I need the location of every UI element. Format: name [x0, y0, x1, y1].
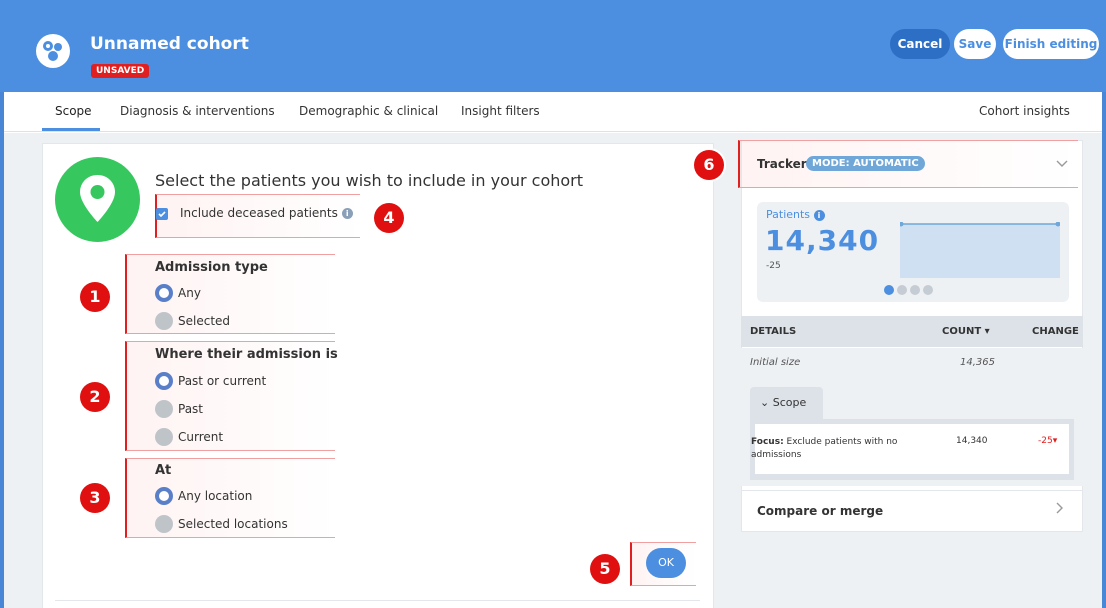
initial-size-value: 14,365	[960, 357, 995, 368]
location-pin-icon	[55, 157, 140, 242]
radio-selected-icon[interactable]	[155, 487, 173, 505]
scope-tab-text: Scope	[772, 396, 807, 409]
count-header[interactable]: COUNT ▾	[942, 326, 990, 337]
radio-unselected-icon[interactable]	[155, 428, 173, 446]
radio-past-label: Past	[178, 402, 204, 416]
active-tab-indicator	[42, 128, 100, 131]
info-icon[interactable]: i	[341, 208, 353, 219]
patients-label-text: Patients	[766, 208, 811, 221]
save-button[interactable]: Save	[954, 29, 996, 59]
patients-label: Patients i	[766, 208, 825, 221]
change-header: CHANGE	[1032, 326, 1079, 337]
tab-insight-filters[interactable]: Insight filters	[461, 104, 540, 118]
tab-scope[interactable]: Scope	[55, 104, 92, 118]
focus-change: -25▾	[1038, 436, 1058, 446]
initial-size-label: Initial size	[750, 357, 801, 368]
admission-type-title: Admission type	[155, 260, 268, 275]
tracker-label: Tracker	[757, 157, 807, 171]
radio-selected-label: Selected	[178, 314, 231, 328]
chevron-down-icon[interactable]	[1056, 157, 1068, 171]
header-bar: Unnamed cohort UNSAVED Cancel Save Finis…	[0, 0, 1106, 92]
pager-dot[interactable]	[910, 285, 920, 295]
focus-label: Focus:	[751, 437, 784, 447]
callout-badge-3: 3	[80, 483, 110, 513]
radio-current-label: Current	[178, 430, 224, 444]
include-deceased-label: Include deceased patients	[180, 206, 338, 220]
pager-dot-active[interactable]	[884, 285, 894, 295]
patients-count: 14,340	[765, 224, 880, 257]
radio-unselected-icon[interactable]	[155, 515, 173, 533]
checkbox-checked-icon[interactable]	[156, 208, 168, 220]
tab-diagnosis-interventions[interactable]: Diagnosis & interventions	[120, 104, 275, 118]
scope-heading: Select the patients you wish to include …	[155, 171, 584, 190]
chevron-right-icon[interactable]	[1056, 502, 1064, 518]
info-icon[interactable]: i	[813, 209, 825, 221]
radio-selected-locations-label: Selected locations	[178, 517, 288, 531]
radio-selected-icon[interactable]	[155, 284, 173, 302]
callout-badge-2: 2	[80, 382, 110, 412]
pager-dot[interactable]	[897, 285, 907, 295]
compare-divider	[741, 490, 1083, 491]
radio-any-label: Any	[178, 286, 201, 300]
radio-past-or-current-label: Past or current	[178, 374, 267, 388]
scope-tab-label: ⌄ Scope	[760, 396, 807, 409]
patients-delta: -25	[766, 261, 781, 271]
patients-sparkline	[900, 222, 1060, 278]
unsaved-badge: UNSAVED	[91, 64, 150, 78]
tab-cohort-insights[interactable]: Cohort insights	[979, 104, 1070, 118]
cancel-button[interactable]: Cancel	[890, 29, 950, 59]
scope-divider	[55, 600, 700, 601]
details-header: DETAILS	[750, 326, 797, 337]
ok-button[interactable]: OK	[646, 548, 686, 578]
finish-editing-button[interactable]: Finish editing	[1003, 29, 1099, 59]
focus-change-value: -25	[1038, 436, 1053, 446]
radio-unselected-icon[interactable]	[155, 312, 173, 330]
compare-or-merge[interactable]: Compare or merge	[757, 504, 883, 518]
radio-unselected-icon[interactable]	[155, 400, 173, 418]
cohort-title: Unnamed cohort	[90, 34, 249, 54]
at-title: At	[155, 463, 172, 478]
callout-badge-1: 1	[80, 282, 110, 312]
mode-badge: MODE: AUTOMATIC	[806, 156, 925, 171]
callout-badge-4: 4	[374, 203, 404, 233]
focus-count: 14,340	[956, 436, 988, 446]
pager-dot[interactable]	[923, 285, 933, 295]
tab-bar: Scope Diagnosis & interventions Demograp…	[4, 92, 1102, 132]
app-logo-icon	[36, 34, 70, 68]
count-header-label: COUNT	[942, 326, 982, 337]
callout-badge-5: 5	[590, 554, 620, 584]
pager-dots[interactable]	[884, 284, 936, 298]
admission-where-title: Where their admission is	[155, 347, 338, 362]
tab-demographic-clinical[interactable]: Demographic & clinical	[299, 104, 438, 118]
callout-badge-6: 6	[694, 150, 724, 180]
radio-selected-icon[interactable]	[155, 372, 173, 390]
focus-description: Focus: Exclude patients with no admissio…	[751, 436, 911, 462]
radio-any-location-label: Any location	[178, 489, 253, 503]
